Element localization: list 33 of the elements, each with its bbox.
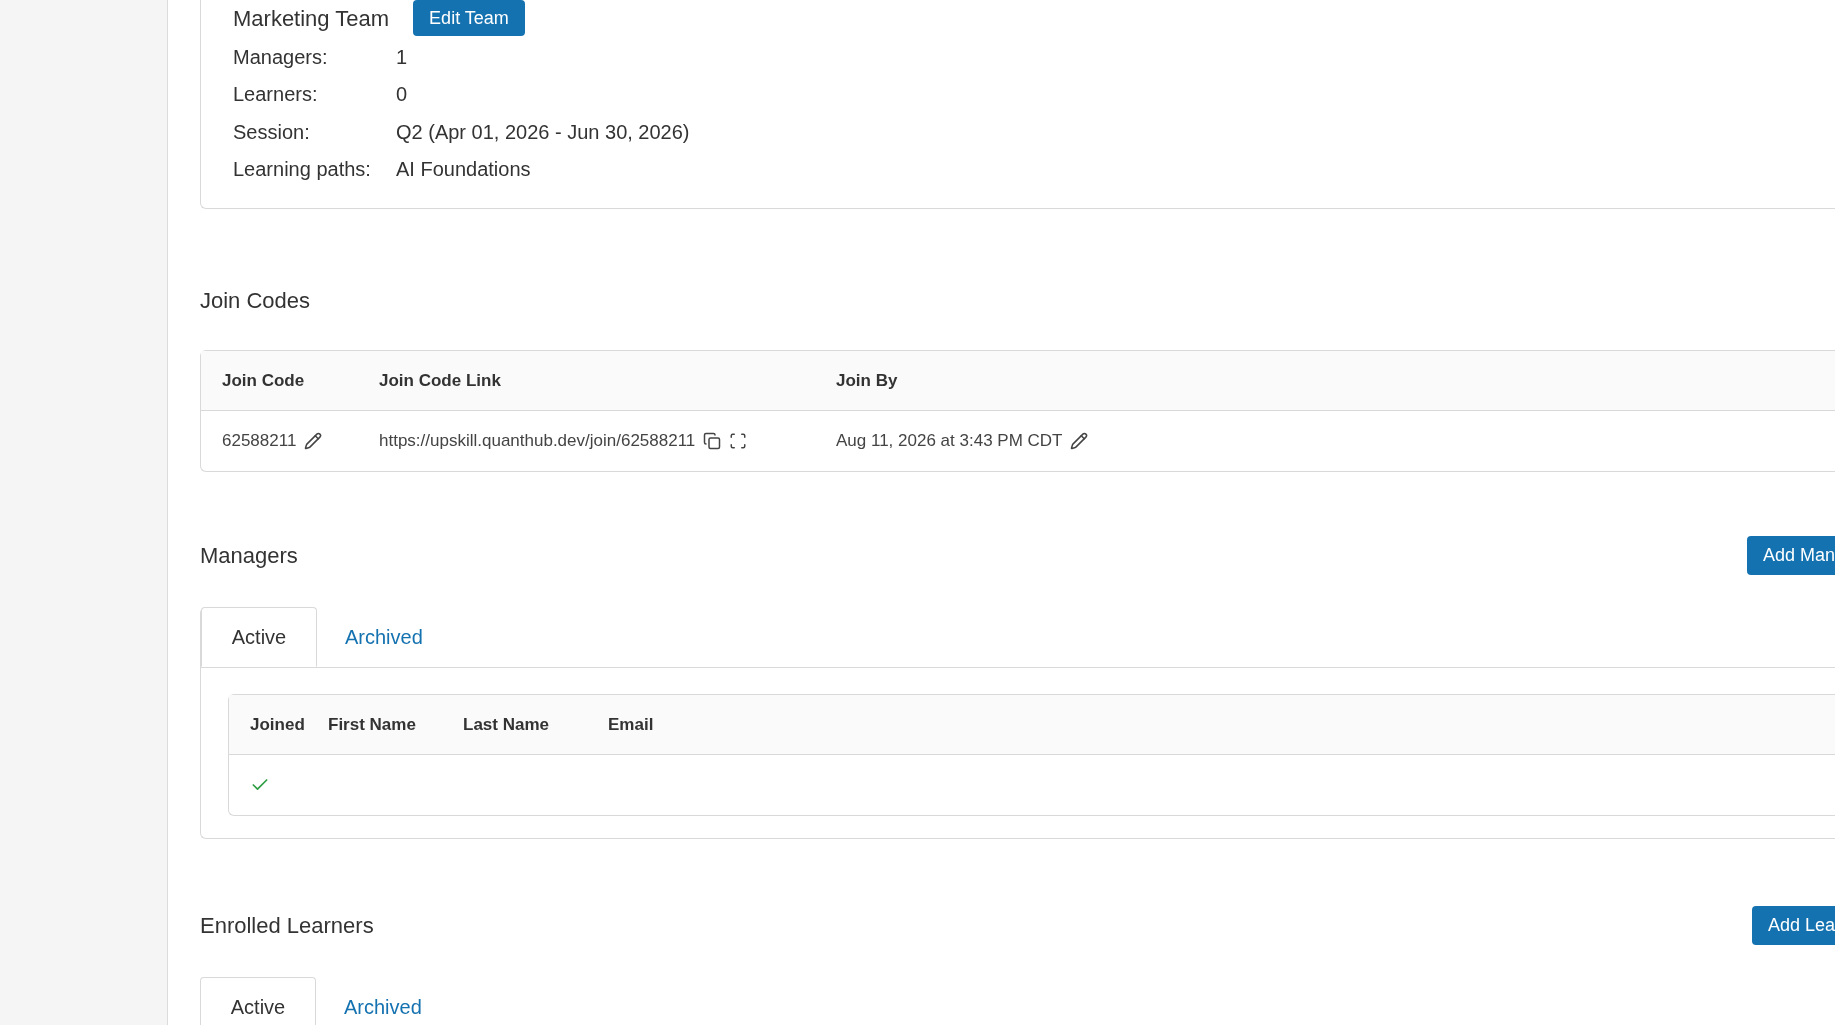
team-name: Marketing Team xyxy=(233,4,390,33)
detail-label: Managers: xyxy=(233,44,329,70)
detail-label: Learners: xyxy=(233,82,319,108)
edit-icon[interactable] xyxy=(1070,432,1089,450)
table-cell-text: https://upskill.quanthub.dev/join/62588211 xyxy=(379,430,696,453)
column-header: First Name xyxy=(328,713,417,736)
column-header: Join By xyxy=(836,369,898,392)
fullscreen-icon[interactable] xyxy=(729,432,748,450)
column-header: Last Name xyxy=(463,713,550,736)
tab[interactable]: Archived xyxy=(316,977,450,1025)
copy-icon[interactable] xyxy=(703,432,722,450)
detail-value: Q2 (Apr 01, 2026 - Jun 30, 2026) xyxy=(396,119,690,145)
add-button[interactable]: Add Lea xyxy=(1751,905,1835,945)
detail-label: Session: xyxy=(233,119,311,145)
edit-icon[interactable] xyxy=(304,432,323,450)
column-header: Email xyxy=(608,713,654,736)
table-cell-text: 62588211 xyxy=(222,430,297,453)
section-title: Enrolled Learners xyxy=(200,911,374,940)
tab[interactable]: Archived xyxy=(317,607,451,667)
edit-team-button[interactable]: Edit Team xyxy=(413,0,525,36)
detail-label: Learning paths: xyxy=(233,157,372,183)
table-cell-text: Aug 11, 2026 at 3:43 PM CDT xyxy=(836,430,1063,453)
section-title: Join Codes xyxy=(200,286,311,315)
column-header: Join Code xyxy=(221,369,306,392)
section-title: Managers xyxy=(200,541,298,570)
detail-value: 1 xyxy=(396,44,408,70)
tab[interactable]: Active xyxy=(201,607,317,667)
column-header: Join Code Link xyxy=(379,369,502,392)
detail-value: AI Foundations xyxy=(396,157,531,183)
tab[interactable]: Active xyxy=(200,977,316,1025)
column-header: Joined xyxy=(249,713,306,736)
detail-value: 0 xyxy=(396,82,408,108)
add-button[interactable]: Add Man xyxy=(1746,535,1835,575)
